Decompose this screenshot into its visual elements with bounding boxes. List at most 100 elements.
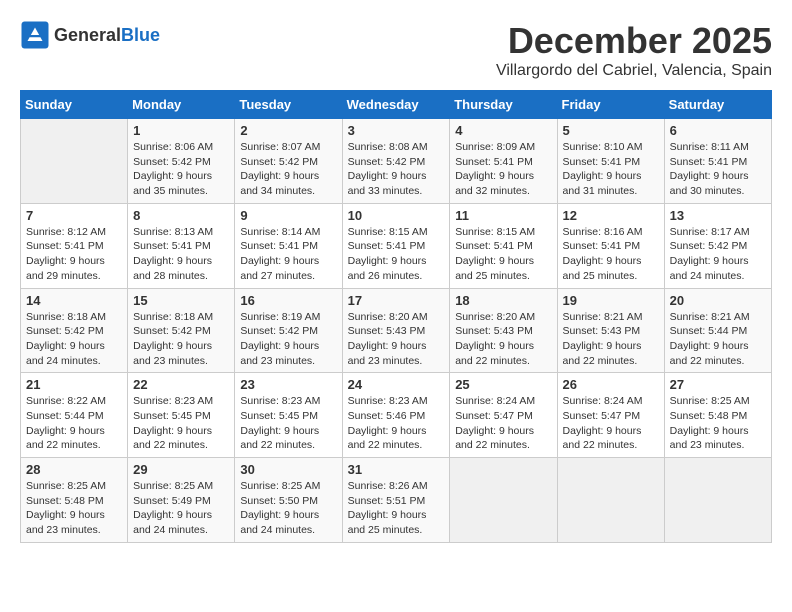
day-info: Sunrise: 8:17 AMSunset: 5:42 PMDaylight:… (670, 225, 766, 284)
day-number: 15 (133, 293, 229, 308)
day-number: 6 (670, 123, 766, 138)
day-number: 10 (348, 208, 445, 223)
day-number: 5 (563, 123, 659, 138)
cell-w5-d4 (450, 458, 557, 543)
day-number: 24 (348, 377, 445, 392)
day-number: 18 (455, 293, 551, 308)
day-number: 14 (26, 293, 122, 308)
cell-w2-d3: 10 Sunrise: 8:15 AMSunset: 5:41 PMDayligh… (342, 203, 450, 288)
cell-w5-d3: 31 Sunrise: 8:26 AMSunset: 5:51 PMDayligh… (342, 458, 450, 543)
cell-w2-d0: 7Sunrise: 8:12 AMSunset: 5:41 PMDaylight… (21, 203, 128, 288)
calendar-table: Sunday Monday Tuesday Wednesday Thursday… (20, 90, 772, 543)
col-wednesday: Wednesday (342, 91, 450, 119)
day-info: Sunrise: 8:20 AMSunset: 5:43 PMDaylight:… (348, 310, 445, 369)
day-info: Sunrise: 8:23 AMSunset: 5:46 PMDaylight:… (348, 394, 445, 453)
cell-w5-d0: 28Sunrise: 8:25 AMSunset: 5:48 PMDayligh… (21, 458, 128, 543)
day-info: Sunrise: 8:21 AMSunset: 5:44 PMDaylight:… (670, 310, 766, 369)
day-info: Sunrise: 8:08 AMSunset: 5:42 PMDaylight:… (348, 140, 445, 199)
day-number: 20 (670, 293, 766, 308)
col-friday: Friday (557, 91, 664, 119)
week-row-4: 21 Sunrise: 8:22 AMSunset: 5:44 PMDayligh… (21, 373, 772, 458)
day-info: Sunrise: 8:10 AMSunset: 5:41 PMDaylight:… (563, 140, 659, 199)
cell-w4-d5: 26Sunrise: 8:24 AMSunset: 5:47 PMDayligh… (557, 373, 664, 458)
day-number: 1 (133, 123, 229, 138)
cell-w4-d6: 27 Sunrise: 8:25 AMSunset: 5:48 PMDayligh… (664, 373, 771, 458)
cell-w4-d3: 24 Sunrise: 8:23 AMSunset: 5:46 PMDayligh… (342, 373, 450, 458)
cell-w2-d5: 12Sunrise: 8:16 AMSunset: 5:41 PMDayligh… (557, 203, 664, 288)
cell-w1-d1: 1 Sunrise: 8:06 AMSunset: 5:42 PMDaylight… (128, 119, 235, 204)
logo: General Blue (20, 20, 160, 50)
month-title: December 2025 (496, 20, 772, 62)
cell-w4-d0: 21 Sunrise: 8:22 AMSunset: 5:44 PMDayligh… (21, 373, 128, 458)
day-number: 12 (563, 208, 659, 223)
day-number: 26 (563, 377, 659, 392)
col-sunday: Sunday (21, 91, 128, 119)
day-info: Sunrise: 8:23 AMSunset: 5:45 PMDaylight:… (240, 394, 336, 453)
week-row-2: 7Sunrise: 8:12 AMSunset: 5:41 PMDaylight… (21, 203, 772, 288)
cell-w3-d3: 17 Sunrise: 8:20 AMSunset: 5:43 PMDayligh… (342, 288, 450, 373)
cell-w2-d2: 9 Sunrise: 8:14 AMSunset: 5:41 PMDaylight… (235, 203, 342, 288)
week-row-5: 28Sunrise: 8:25 AMSunset: 5:48 PMDayligh… (21, 458, 772, 543)
day-number: 27 (670, 377, 766, 392)
col-monday: Monday (128, 91, 235, 119)
day-number: 29 (133, 462, 229, 477)
day-info: Sunrise: 8:20 AMSunset: 5:43 PMDaylight:… (455, 310, 551, 369)
cell-w3-d4: 18 Sunrise: 8:20 AMSunset: 5:43 PMDayligh… (450, 288, 557, 373)
day-info: Sunrise: 8:25 AMSunset: 5:50 PMDaylight:… (240, 479, 336, 538)
day-info: Sunrise: 8:18 AMSunset: 5:42 PMDaylight:… (133, 310, 229, 369)
cell-w3-d2: 16Sunrise: 8:19 AMSunset: 5:42 PMDayligh… (235, 288, 342, 373)
day-number: 11 (455, 208, 551, 223)
cell-w1-d6: 6 Sunrise: 8:11 AMSunset: 5:41 PMDaylight… (664, 119, 771, 204)
location-title: Villargordo del Cabriel, Valencia, Spain (496, 62, 772, 80)
cell-w1-d5: 5 Sunrise: 8:10 AMSunset: 5:41 PMDaylight… (557, 119, 664, 204)
day-info: Sunrise: 8:14 AMSunset: 5:41 PMDaylight:… (240, 225, 336, 284)
cell-w5-d1: 29Sunrise: 8:25 AMSunset: 5:49 PMDayligh… (128, 458, 235, 543)
day-number: 16 (240, 293, 336, 308)
cell-w5-d2: 30 Sunrise: 8:25 AMSunset: 5:50 PMDayligh… (235, 458, 342, 543)
day-number: 31 (348, 462, 445, 477)
day-info: Sunrise: 8:22 AMSunset: 5:44 PMDaylight:… (26, 394, 122, 453)
day-number: 19 (563, 293, 659, 308)
logo-blue-text: Blue (121, 25, 160, 46)
cell-w2-d4: 11Sunrise: 8:15 AMSunset: 5:41 PMDayligh… (450, 203, 557, 288)
cell-w3-d6: 20 Sunrise: 8:21 AMSunset: 5:44 PMDayligh… (664, 288, 771, 373)
day-info: Sunrise: 8:09 AMSunset: 5:41 PMDaylight:… (455, 140, 551, 199)
day-number: 17 (348, 293, 445, 308)
day-number: 28 (26, 462, 122, 477)
cell-w5-d6 (664, 458, 771, 543)
day-number: 13 (670, 208, 766, 223)
cell-w4-d1: 22Sunrise: 8:23 AMSunset: 5:45 PMDayligh… (128, 373, 235, 458)
day-info: Sunrise: 8:06 AMSunset: 5:42 PMDaylight:… (133, 140, 229, 199)
col-thursday: Thursday (450, 91, 557, 119)
cell-w4-d2: 23Sunrise: 8:23 AMSunset: 5:45 PMDayligh… (235, 373, 342, 458)
day-info: Sunrise: 8:15 AMSunset: 5:41 PMDaylight:… (348, 225, 445, 284)
day-number: 22 (133, 377, 229, 392)
day-info: Sunrise: 8:12 AMSunset: 5:41 PMDaylight:… (26, 225, 122, 284)
cell-w3-d1: 15 Sunrise: 8:18 AMSunset: 5:42 PMDayligh… (128, 288, 235, 373)
cell-w2-d1: 8Sunrise: 8:13 AMSunset: 5:41 PMDaylight… (128, 203, 235, 288)
week-row-3: 14 Sunrise: 8:18 AMSunset: 5:42 PMDayligh… (21, 288, 772, 373)
day-info: Sunrise: 8:11 AMSunset: 5:41 PMDaylight:… (670, 140, 766, 199)
day-number: 30 (240, 462, 336, 477)
day-info: Sunrise: 8:13 AMSunset: 5:41 PMDaylight:… (133, 225, 229, 284)
cell-w3-d5: 19 Sunrise: 8:21 AMSunset: 5:43 PMDayligh… (557, 288, 664, 373)
cell-w1-d0 (21, 119, 128, 204)
day-info: Sunrise: 8:07 AMSunset: 5:42 PMDaylight:… (240, 140, 336, 199)
day-info: Sunrise: 8:24 AMSunset: 5:47 PMDaylight:… (455, 394, 551, 453)
logo-icon (20, 20, 50, 50)
day-info: Sunrise: 8:18 AMSunset: 5:42 PMDaylight:… (26, 310, 122, 369)
day-number: 21 (26, 377, 122, 392)
day-info: Sunrise: 8:21 AMSunset: 5:43 PMDaylight:… (563, 310, 659, 369)
cell-w1-d3: 3 Sunrise: 8:08 AMSunset: 5:42 PMDaylight… (342, 119, 450, 204)
header-row: Sunday Monday Tuesday Wednesday Thursday… (21, 91, 772, 119)
day-number: 9 (240, 208, 336, 223)
day-number: 4 (455, 123, 551, 138)
day-number: 3 (348, 123, 445, 138)
cell-w4-d4: 25Sunrise: 8:24 AMSunset: 5:47 PMDayligh… (450, 373, 557, 458)
title-block: December 2025 Villargordo del Cabriel, V… (496, 20, 772, 80)
day-info: Sunrise: 8:26 AMSunset: 5:51 PMDaylight:… (348, 479, 445, 538)
col-tuesday: Tuesday (235, 91, 342, 119)
day-info: Sunrise: 8:25 AMSunset: 5:48 PMDaylight:… (670, 394, 766, 453)
logo-general-text: General (54, 25, 121, 46)
cell-w2-d6: 13 Sunrise: 8:17 AMSunset: 5:42 PMDayligh… (664, 203, 771, 288)
